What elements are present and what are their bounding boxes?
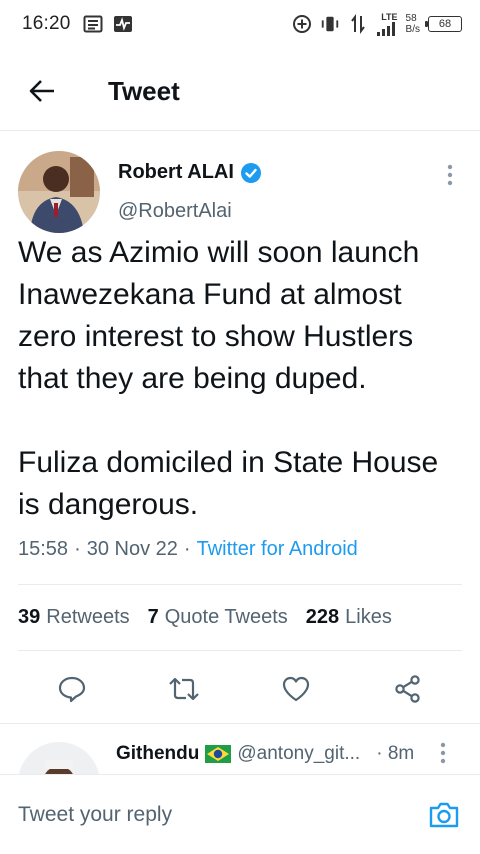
data-transfer-icon [348, 14, 368, 34]
lte-label: LTE [381, 11, 398, 22]
speed-unit: B/s [405, 24, 420, 35]
author-name-row[interactable]: Robert ALAI [118, 161, 262, 184]
top-bar: Tweet [0, 58, 480, 124]
reply-more-options-button[interactable] [440, 742, 460, 768]
tweet-text: We as Azimio will soon launch Inawezekan… [18, 236, 439, 521]
retweet-icon [169, 677, 199, 701]
more-vertical-icon [440, 742, 446, 764]
signal-icon: LTE [376, 11, 398, 36]
camera-button[interactable] [424, 795, 464, 835]
comment-icon [58, 676, 86, 703]
likes-stat[interactable]: 228 Likes [306, 606, 392, 629]
network-speed: 58 B/s [406, 13, 420, 35]
arrow-left-icon [29, 80, 54, 102]
share-icon [395, 675, 420, 703]
tweet-source-link[interactable]: Twitter for Android [197, 538, 358, 561]
tweet-date: 30 Nov 22 [86, 538, 178, 560]
likes-label: Likes [345, 606, 392, 628]
flag-brazil-icon [205, 745, 232, 763]
meta-separator: · [74, 538, 81, 560]
reply-author-name[interactable]: Githendu [116, 743, 199, 765]
battery-level: 68 [438, 18, 452, 30]
header-divider [0, 130, 480, 131]
reply-author-handle[interactable]: @antony_git... [237, 743, 360, 765]
quotes-label: Quote Tweets [164, 606, 288, 628]
tweet-time: 15:58 [18, 538, 69, 560]
activity-icon [113, 15, 133, 33]
reply-time: 8m [387, 743, 415, 764]
battery-icon: 68 [425, 16, 462, 32]
notes-icon [83, 15, 103, 33]
author-name[interactable]: Robert ALAI [118, 161, 234, 184]
divider [18, 584, 462, 585]
meta-separator: · [183, 538, 191, 560]
quotes-stat[interactable]: 7 Quote Tweets [148, 606, 288, 629]
tweet-actions [0, 668, 480, 710]
vibrate-icon [320, 15, 340, 33]
reply-composer [0, 774, 480, 854]
retweets-count: 39 [18, 606, 41, 628]
reply-button[interactable] [50, 668, 94, 710]
camera-icon [429, 802, 459, 828]
tweet-meta: 15:58 · 30 Nov 22 · Twitter for Android [18, 538, 358, 561]
share-button[interactable] [386, 668, 430, 710]
likes-count: 228 [305, 606, 340, 628]
more-vertical-icon [447, 164, 453, 186]
page-title: Tweet [108, 75, 180, 106]
status-bar: 16:20 LTE 58 B/s 68 [0, 0, 480, 48]
retweets-stat[interactable]: 39 Retweets [18, 606, 130, 629]
back-button[interactable] [18, 67, 66, 115]
heart-icon [282, 676, 310, 702]
like-button[interactable] [274, 668, 318, 710]
quotes-count: 7 [147, 606, 159, 628]
divider [18, 650, 462, 651]
reply-input[interactable] [18, 795, 398, 835]
data-saver-icon [292, 15, 312, 33]
more-options-button[interactable] [438, 160, 462, 190]
divider [0, 723, 480, 724]
author-handle[interactable]: @RobertAlai [118, 200, 232, 223]
meta-separator: · [376, 743, 388, 764]
engagement-stats: 39 Retweets 7 Quote Tweets 228 Likes [18, 606, 392, 629]
status-time: 16:20 [22, 13, 71, 34]
speed-value: 58 [405, 13, 417, 24]
author-avatar[interactable] [18, 151, 100, 233]
retweet-button[interactable] [162, 668, 206, 710]
verified-badge-icon [240, 162, 261, 183]
reply-header: Githendu @antony_git... · 8m [116, 743, 414, 765]
retweets-label: Retweets [46, 606, 130, 628]
